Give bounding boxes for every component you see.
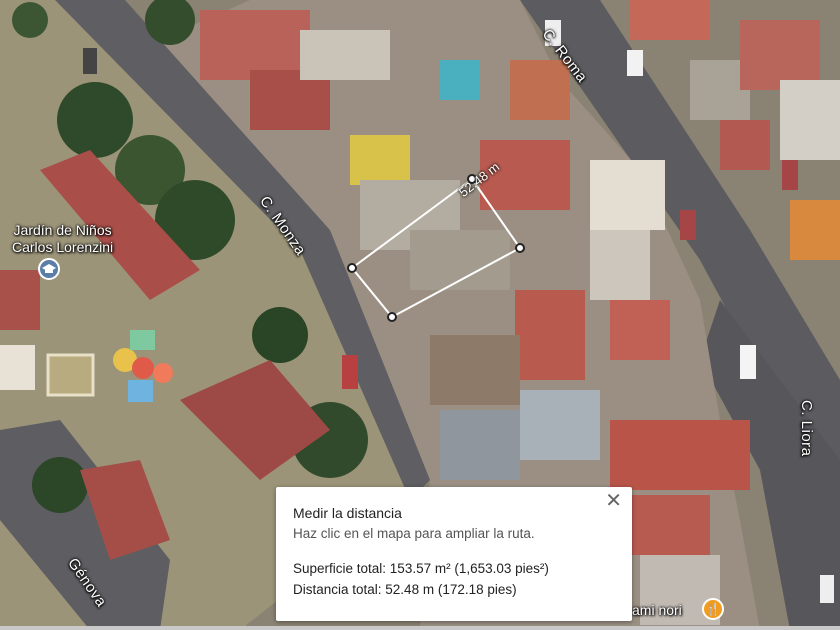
school-icon[interactable] [38, 258, 60, 280]
satellite-map[interactable]: 52.48 m C. Roma C. Monza C. Liora Génova… [0, 0, 840, 630]
school-label[interactable]: Jardín de Niños Carlos Lorenzini [12, 222, 113, 256]
panel-title: Medir la distancia [293, 505, 402, 521]
restaurant-label[interactable]: ami nori [632, 602, 682, 619]
measure-distance-panel: ✕ Medir la distancia Haz clic en el mapa… [276, 487, 632, 621]
close-icon[interactable]: ✕ [605, 491, 622, 511]
total-area: Superficie total: 153.57 m² (1,653.03 pi… [293, 561, 549, 576]
school-name-line2: Carlos Lorenzini [12, 239, 114, 255]
total-distance: Distancia total: 52.48 m (172.18 pies) [293, 582, 517, 597]
school-name-line1: Jardín de Niños [13, 222, 112, 238]
measurement-vertex[interactable] [515, 243, 525, 253]
panel-hint: Haz clic en el mapa para ampliar la ruta… [293, 526, 535, 541]
bottom-bar [0, 626, 840, 630]
graduation-cap-icon [42, 264, 56, 273]
measurement-vertex[interactable] [387, 312, 397, 322]
restaurant-icon[interactable]: 🍴 [702, 598, 724, 620]
measurement-vertex[interactable] [347, 263, 357, 273]
street-label-liora: C. Liora [798, 400, 815, 457]
